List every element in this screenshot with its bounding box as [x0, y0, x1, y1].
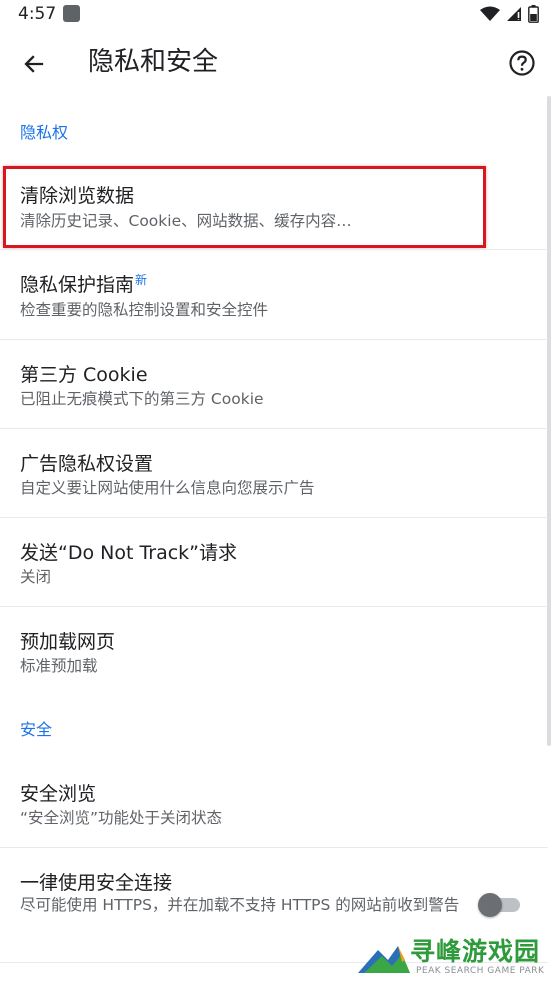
app-bar: 隐私和安全	[0, 30, 553, 94]
item-subtitle: 检查重要的隐私控制设置和安全控件	[20, 301, 269, 319]
https-first-toggle[interactable]	[478, 893, 520, 917]
item-title: 安全浏览	[20, 783, 97, 805]
item-subtitle: 清除历史记录、Cookie、网站数据、缓存内容…	[20, 212, 352, 230]
item-title-text: 隐私保护指南	[20, 274, 135, 296]
help-button[interactable]	[505, 46, 539, 80]
item-title: 一律使用安全连接	[20, 872, 173, 894]
preload-pages-item[interactable]: 预加载网页 标准预加载	[0, 607, 548, 695]
back-button[interactable]	[14, 44, 54, 84]
item-subtitle: 关闭	[20, 568, 52, 586]
mountain-logo-icon	[358, 946, 410, 973]
safe-browsing-item[interactable]: 安全浏览 “安全浏览”功能处于关闭状态	[0, 758, 548, 847]
item-subtitle: 自定义要让网站使用什么信息向您展示广告	[20, 479, 315, 497]
section-header-privacy: 隐私权	[20, 123, 69, 142]
item-subtitle: “安全浏览”功能处于关闭状态	[20, 809, 223, 827]
item-title: 发送“Do Not Track”请求	[20, 542, 238, 564]
item-title: 广告隐私权设置	[20, 453, 154, 475]
item-title: 第三方 Cookie	[20, 364, 148, 386]
item-subtitle: 已阻止无痕模式下的第三方 Cookie	[20, 390, 264, 408]
signal-icon	[507, 7, 521, 21]
watermark-logo: 寻峰游戏园 PEAK SEARCH GAME PARK	[358, 932, 550, 980]
page-title: 隐私和安全	[88, 47, 219, 77]
item-title: 预加载网页	[20, 631, 116, 653]
item-subtitle: 标准预加载	[20, 657, 98, 675]
wifi-icon	[480, 6, 500, 21]
clear-browsing-data-item[interactable]: 清除浏览数据 清除历史记录、Cookie、网站数据、缓存内容…	[0, 160, 548, 249]
privacy-guide-item[interactable]: 隐私保护指南新 检查重要的隐私控制设置和安全控件	[0, 250, 548, 339]
item-subtitle: 尽可能使用 HTTPS，并在加载不支持 HTTPS 的网站前收到警告	[20, 896, 460, 914]
arrow-back-icon	[24, 55, 44, 73]
status-icons	[480, 5, 539, 23]
section-header-security: 安全	[20, 720, 53, 739]
do-not-track-item[interactable]: 发送“Do Not Track”请求 关闭	[0, 518, 548, 606]
status-time: 4:57	[18, 4, 57, 24]
notification-app-icon	[63, 5, 80, 22]
third-party-cookie-item[interactable]: 第三方 Cookie 已阻止无痕模式下的第三方 Cookie	[0, 340, 548, 428]
status-bar: 4:57	[0, 0, 553, 30]
help-icon	[509, 50, 535, 76]
item-title: 隐私保护指南新	[20, 270, 147, 297]
item-title: 清除浏览数据	[20, 185, 135, 207]
watermark-subtitle: PEAK SEARCH GAME PARK	[416, 966, 545, 976]
new-badge: 新	[135, 272, 148, 287]
watermark-name: 寻峰游戏园	[410, 937, 541, 966]
battery-icon	[528, 5, 539, 23]
toggle-thumb	[478, 893, 502, 917]
ad-privacy-item[interactable]: 广告隐私权设置 自定义要让网站使用什么信息向您展示广告	[0, 429, 548, 517]
